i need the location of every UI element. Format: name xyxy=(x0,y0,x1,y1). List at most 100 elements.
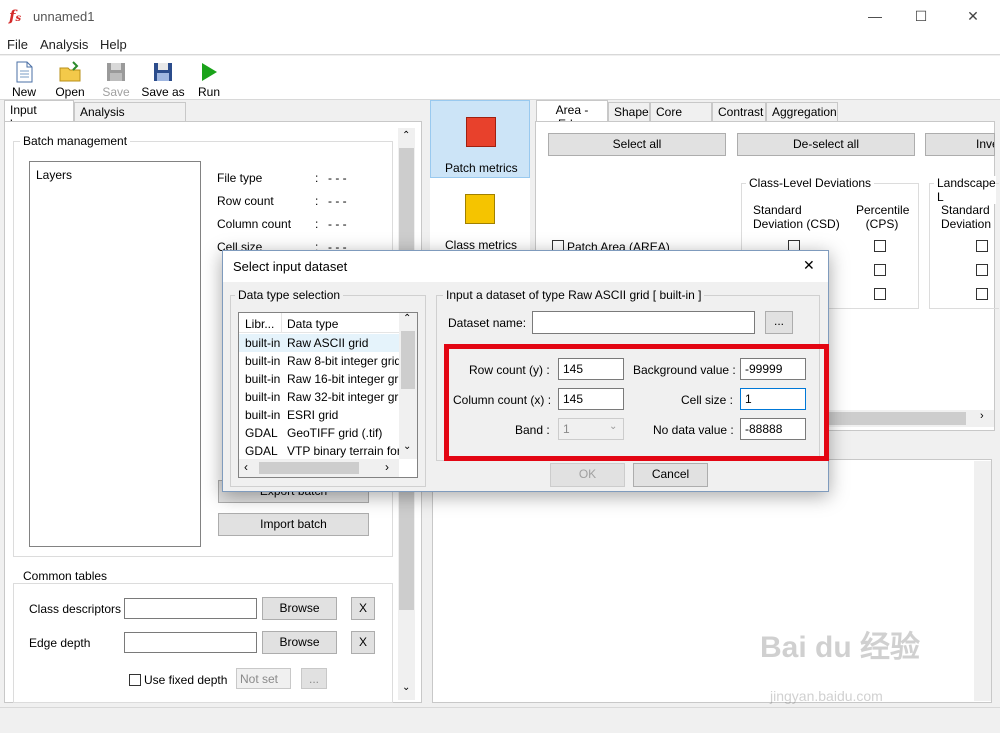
list-item[interactable]: built-in Raw 32-bit integer grid xyxy=(239,388,408,406)
cancel-button[interactable]: Cancel xyxy=(633,463,708,487)
class-metrics-icon xyxy=(465,194,495,224)
save-as-button[interactable]: Save as xyxy=(140,59,186,99)
patch-metrics-icon xyxy=(466,117,496,147)
list-scroll-up-icon[interactable]: ⌃ xyxy=(403,313,411,324)
col-data-type-header[interactable]: Data type xyxy=(287,317,338,331)
select-input-dataset-dialog: Select input dataset ✕ Data type selecti… xyxy=(222,250,829,492)
dataset-browse-button[interactable]: ... xyxy=(765,311,793,334)
import-batch-button[interactable]: Import batch xyxy=(218,513,369,536)
menu-file[interactable]: File xyxy=(7,37,28,52)
open-button[interactable]: Open xyxy=(47,59,93,99)
deselect-all-button[interactable]: De-select all xyxy=(737,133,915,156)
watermark-url: jingyan.baidu.com xyxy=(770,688,883,704)
class-level-deviations-title: Class-Level Deviations xyxy=(746,176,875,190)
save-disk-icon xyxy=(107,63,125,81)
scroll-down-icon[interactable]: ⌄ xyxy=(402,682,410,693)
list-scroll-right-icon[interactable]: › xyxy=(385,460,389,474)
tab-area-edge[interactable]: Area - Edge xyxy=(536,100,608,131)
maximize-button[interactable]: ☐ xyxy=(898,0,944,33)
scroll-up-icon[interactable]: ⌃ xyxy=(402,130,410,141)
list-v-scrollbar[interactable]: ⌃ ⌄ xyxy=(399,313,417,459)
tab-aggregation[interactable]: Aggregation xyxy=(766,102,838,122)
col-library-header[interactable]: Libr... xyxy=(245,317,274,331)
select-all-button[interactable]: Select all xyxy=(548,133,726,156)
input-dataset-title: Input a dataset of type Raw ASCII grid [… xyxy=(443,288,705,302)
column-count-sep: : xyxy=(315,217,319,231)
edge-depth-clear-button[interactable]: X xyxy=(351,631,375,654)
class-metrics-item[interactable]: Class metrics xyxy=(430,180,530,258)
tab-analysis-parameters[interactable]: Analysis parameters xyxy=(74,102,186,133)
dialog-close-icon[interactable]: ✕ xyxy=(803,257,815,274)
list-item-type: Raw 16-bit integer grid xyxy=(287,372,408,386)
run-button[interactable]: Run xyxy=(186,59,232,99)
dataset-name-input[interactable] xyxy=(532,311,755,334)
tab-shape[interactable]: Shape xyxy=(608,102,650,122)
list-h-thumb[interactable] xyxy=(259,462,359,474)
list-item[interactable]: built-in Raw 8-bit integer grid xyxy=(239,352,402,370)
tab-core-area[interactable]: Core area xyxy=(650,102,712,133)
scroll-right-icon[interactable]: › xyxy=(980,410,984,422)
right-h-scroll-thumb[interactable] xyxy=(816,412,966,425)
edge-depth-browse-button[interactable]: Browse xyxy=(262,631,337,654)
dialog-title-bar: Select input dataset ✕ xyxy=(223,251,828,282)
menu-bar: File Analysis Help xyxy=(0,33,1000,55)
new-button[interactable]: New xyxy=(1,59,47,99)
column-count-value: - - - xyxy=(328,217,347,231)
list-item[interactable]: built-in Raw ASCII grid xyxy=(239,334,399,352)
results-area xyxy=(432,459,992,703)
list-v-thumb[interactable] xyxy=(401,331,415,389)
data-type-list[interactable]: Libr... Data type built-in Raw ASCII grid… xyxy=(238,312,418,478)
std-dev-text: Standard Deviation xyxy=(753,203,804,231)
file-type-label: File type xyxy=(217,171,263,185)
class-descriptors-browse-button[interactable]: Browse xyxy=(262,597,337,620)
run-label: Run xyxy=(197,85,220,99)
std-dev-header: Standard Deviation (CSD) xyxy=(753,203,843,231)
cps-checkbox-2[interactable] xyxy=(874,264,886,276)
batch-management-title: Batch management xyxy=(20,134,131,148)
results-scrollbar[interactable] xyxy=(974,461,991,701)
landscape-level-title: Landscape-L xyxy=(934,176,996,204)
new-label: New xyxy=(11,85,36,99)
list-scroll-left-icon[interactable]: ‹ xyxy=(244,460,248,474)
menu-analysis[interactable]: Analysis xyxy=(40,37,88,52)
list-item-lib: built-in xyxy=(245,372,281,386)
patch-metrics-label: Patch metrics xyxy=(445,161,518,175)
landscape-checkbox-2[interactable] xyxy=(976,264,988,276)
tab-input-layers[interactable]: Input layers xyxy=(4,100,74,131)
layers-list[interactable]: Layers xyxy=(29,161,201,547)
landscape-checkbox-3[interactable] xyxy=(976,288,988,300)
list-item[interactable]: built-in Raw 16-bit integer grid xyxy=(239,370,408,388)
close-button[interactable]: ✕ xyxy=(950,0,996,33)
fixed-depth-input[interactable]: Not set xyxy=(236,668,291,689)
invert-button[interactable]: Inve xyxy=(925,133,995,156)
list-item[interactable]: GDAL GeoTIFF grid (.tif) xyxy=(239,424,399,442)
list-item-lib: GDAL xyxy=(245,444,278,458)
file-type-value: - - - xyxy=(328,171,347,185)
ok-button[interactable]: OK xyxy=(550,463,625,487)
list-h-scrollbar[interactable]: ‹ › xyxy=(239,459,399,477)
list-item[interactable]: built-in ESRI grid xyxy=(239,406,399,424)
list-item-type: GeoTIFF grid (.tif) xyxy=(287,426,383,440)
right-h-scrollbar[interactable]: › xyxy=(816,410,994,427)
minimize-button[interactable]: — xyxy=(852,0,898,33)
list-item[interactable]: GDAL VTP binary terrain format xyxy=(239,442,417,460)
cps-checkbox-3[interactable] xyxy=(874,288,886,300)
landscape-checkbox-1[interactable] xyxy=(976,240,988,252)
list-item-type: Raw 32-bit integer grid xyxy=(287,390,408,404)
cps-checkbox-1[interactable] xyxy=(874,240,886,252)
save-button[interactable]: Save xyxy=(93,59,139,99)
row-count-value: - - - xyxy=(328,194,347,208)
patch-metrics-item[interactable]: Patch metrics xyxy=(430,100,530,178)
title-bar: fs unnamed1 — ☐ ✕ xyxy=(0,0,1000,33)
data-type-selection-title: Data type selection xyxy=(235,288,344,302)
tab-contrast[interactable]: Contrast xyxy=(712,102,766,122)
list-item-lib: built-in xyxy=(245,408,281,422)
class-descriptors-input[interactable] xyxy=(124,598,257,619)
class-descriptors-clear-button[interactable]: X xyxy=(351,597,375,620)
list-item-type: Raw 8-bit integer grid xyxy=(287,354,402,368)
use-fixed-depth-checkbox[interactable] xyxy=(129,674,141,686)
fixed-depth-button[interactable]: ... xyxy=(301,668,327,689)
edge-depth-input[interactable] xyxy=(124,632,257,653)
list-scroll-down-icon[interactable]: ⌄ xyxy=(403,441,411,452)
menu-help[interactable]: Help xyxy=(100,37,127,52)
